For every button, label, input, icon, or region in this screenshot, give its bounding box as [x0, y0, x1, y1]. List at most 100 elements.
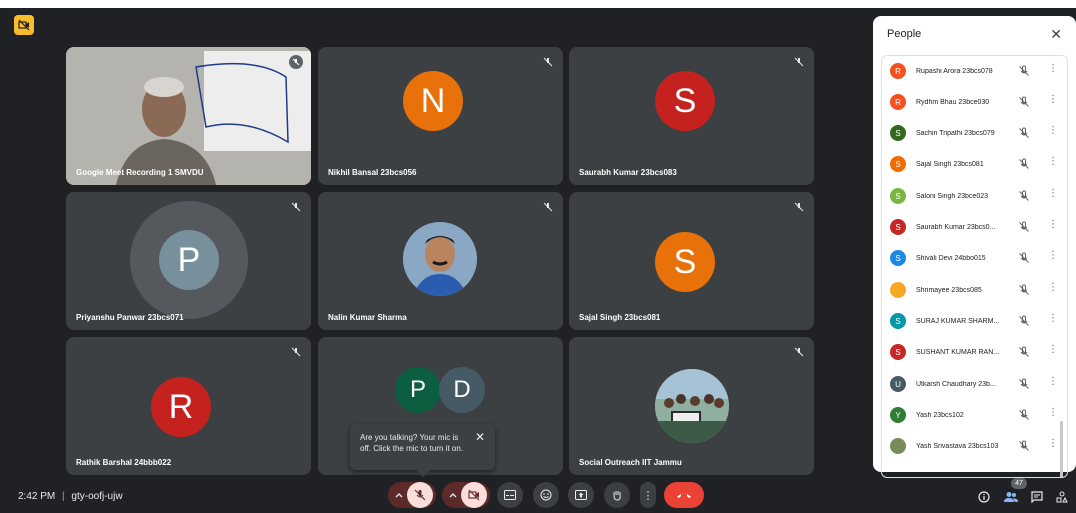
participant-avatar: S — [655, 71, 715, 131]
participant-tile[interactable]: S Sajal Singh 23bcs081 — [569, 192, 814, 330]
participant-tile[interactable]: R Rathik Barshal 24bbb022 — [66, 337, 311, 475]
participant-row-avatar: S — [890, 313, 906, 329]
participant-tile[interactable]: P Priyanshu Panwar 23bcs071 — [66, 192, 311, 330]
mic-off-tooltip: Are you talking? Your mic is off. Click … — [350, 424, 495, 478]
present-screen-button[interactable] — [568, 482, 594, 508]
people-panel-title: People — [887, 28, 922, 40]
participant-tile[interactable]: Social Outreach IIT Jammu — [569, 337, 814, 475]
participant-avatar: S — [655, 232, 715, 292]
muted-mic-icon — [792, 55, 806, 69]
participant-name: Rathik Barshal 24bbb022 — [76, 458, 172, 467]
participant-more-options-button[interactable]: ⋮ — [1048, 94, 1058, 110]
participant-row[interactable]: S Shivali Devi 24bbo015 ⋮ — [890, 248, 1060, 268]
participant-row-name: Rydhm Bhau 23bce030 — [916, 98, 990, 106]
muted-mic-icon — [541, 55, 555, 69]
muted-mic-icon — [1018, 126, 1032, 140]
participant-name: Nalin Kumar Sharma — [328, 313, 407, 322]
participant-row[interactable]: S Sachin Tripathi 23bcs079 ⋮ — [890, 123, 1060, 143]
participant-row[interactable]: S SUSHANT KUMAR RAN... ⋮ — [890, 342, 1060, 362]
activities-icon[interactable] — [1056, 490, 1068, 508]
people-icon[interactable] — [1004, 490, 1018, 508]
participant-tile[interactable]: N Nikhil Bansal 23bcs056 — [318, 47, 563, 185]
participant-row-name: Saurabh Kumar 23bcs0... — [916, 223, 996, 231]
participant-row-name: Sachin Tripathi 23bcs079 — [916, 129, 995, 137]
muted-mic-icon — [792, 200, 806, 214]
participant-row-avatar — [890, 282, 906, 298]
participant-row-avatar: S — [890, 125, 906, 141]
audio-options-chevron-icon[interactable] — [391, 491, 407, 500]
participant-row[interactable]: S Saloni Singh 23bce023 ⋮ — [890, 186, 1060, 206]
participant-more-options-button[interactable]: ⋮ — [1048, 219, 1058, 235]
video-options-chevron-icon[interactable] — [445, 489, 461, 501]
participant-row[interactable]: Y Yash 23bcs102 ⋮ — [890, 405, 1060, 425]
muted-mic-icon — [1018, 377, 1032, 391]
participant-row[interactable]: R Rupashi Arora 23bcs078 ⋮ — [890, 61, 1060, 81]
meeting-details-icon[interactable] — [978, 490, 990, 508]
participant-row-name: Utkarsh Chaudhary 23b... — [916, 380, 996, 388]
muted-mic-icon — [289, 345, 303, 359]
participant-row-name: Yash Srivastava 23bcs103 — [916, 442, 999, 450]
participant-name: Saurabh Kumar 23bcs083 — [579, 168, 677, 177]
participant-tile[interactable]: Google Meet Recording 1 SMVDU — [66, 47, 311, 185]
tooltip-close-button[interactable]: ✕ — [475, 431, 485, 443]
camera-toggle-button[interactable] — [461, 482, 487, 508]
leave-call-button[interactable] — [664, 482, 704, 508]
participant-row-avatar: R — [890, 94, 906, 110]
meeting-code: gty-oofj-ujw — [71, 491, 123, 502]
participant-avatar: N — [403, 71, 463, 131]
more-options-button[interactable]: ⋮ — [640, 482, 656, 508]
participant-row[interactable]: Yash Srivastava 23bcs103 ⋮ — [890, 436, 1060, 456]
muted-mic-icon — [1018, 408, 1032, 422]
muted-mic-icon — [1018, 345, 1032, 359]
muted-mic-icon — [1018, 64, 1032, 78]
participant-avatar: R — [151, 377, 211, 437]
muted-mic-icon — [1018, 283, 1032, 297]
muted-mic-icon — [792, 345, 806, 359]
participant-more-options-button[interactable]: ⋮ — [1048, 376, 1058, 392]
participant-row[interactable]: R Rydhm Bhau 23bce030 ⋮ — [890, 92, 1060, 112]
participant-more-options-button[interactable]: ⋮ — [1048, 282, 1058, 298]
people-list[interactable]: R Rupashi Arora 23bcs078 ⋮ R Rydhm Bhau 23bc… — [881, 55, 1068, 478]
people-panel-close-button[interactable]: ✕ — [1050, 26, 1062, 43]
people-panel: People ✕ R Rupashi Arora 23bcs078 ⋮ R Rydhm … — [873, 16, 1076, 478]
captions-button[interactable] — [497, 482, 523, 508]
participant-more-options-button[interactable]: ⋮ — [1048, 407, 1058, 423]
participant-more-options-button[interactable]: ⋮ — [1048, 438, 1058, 454]
participant-more-options-button[interactable]: ⋮ — [1048, 344, 1058, 360]
participant-row-name: Sajal Singh 23bcs081 — [916, 160, 984, 168]
mic-toggle-button[interactable] — [407, 482, 433, 508]
participant-row[interactable]: Shrimayee 23bcs085 ⋮ — [890, 280, 1060, 300]
meeting-info-separator: | — [62, 491, 65, 502]
people-list-scrollbar[interactable] — [1060, 421, 1063, 477]
participant-tile[interactable]: S Saurabh Kumar 23bcs083 — [569, 47, 814, 185]
smiley-icon — [540, 489, 552, 501]
emoji-reactions-button[interactable] — [533, 482, 559, 508]
participant-video — [66, 47, 311, 185]
participant-row-name: Shivali Devi 24bbo015 — [916, 254, 986, 262]
participant-avatar: P — [159, 230, 219, 290]
participant-more-options-button[interactable]: ⋮ — [1048, 313, 1058, 329]
participant-tile[interactable]: Nalin Kumar Sharma — [318, 192, 563, 330]
chat-icon[interactable] — [1031, 490, 1043, 508]
muted-mic-icon — [1018, 220, 1032, 234]
participant-more-options-button[interactable]: ⋮ — [1048, 125, 1058, 141]
present-icon — [575, 490, 587, 500]
muted-mic-icon — [541, 200, 555, 214]
participant-name: Priyanshu Panwar 23bcs071 — [76, 313, 184, 322]
participant-row-avatar — [890, 438, 906, 454]
participant-row-avatar: U — [890, 376, 906, 392]
participant-row[interactable]: S SURAJ KUMAR SHARM... ⋮ — [890, 311, 1060, 331]
participant-more-options-button[interactable]: ⋮ — [1048, 63, 1058, 79]
participant-row-name: SURAJ KUMAR SHARM... — [916, 317, 1000, 325]
participant-more-options-button[interactable]: ⋮ — [1048, 156, 1058, 172]
participant-avatar: P — [395, 367, 441, 413]
participant-row-name: Shrimayee 23bcs085 — [916, 286, 982, 294]
participant-more-options-button[interactable]: ⋮ — [1048, 188, 1058, 204]
participant-more-options-button[interactable]: ⋮ — [1048, 250, 1058, 266]
raise-hand-button[interactable] — [604, 482, 630, 508]
participant-row[interactable]: S Sajal Singh 23bcs081 ⋮ — [890, 154, 1060, 174]
hand-icon — [613, 491, 621, 501]
participant-row[interactable]: S Saurabh Kumar 23bcs0... ⋮ — [890, 217, 1060, 237]
participant-row[interactable]: U Utkarsh Chaudhary 23b... ⋮ — [890, 374, 1060, 394]
camera-off-icon — [468, 489, 480, 501]
